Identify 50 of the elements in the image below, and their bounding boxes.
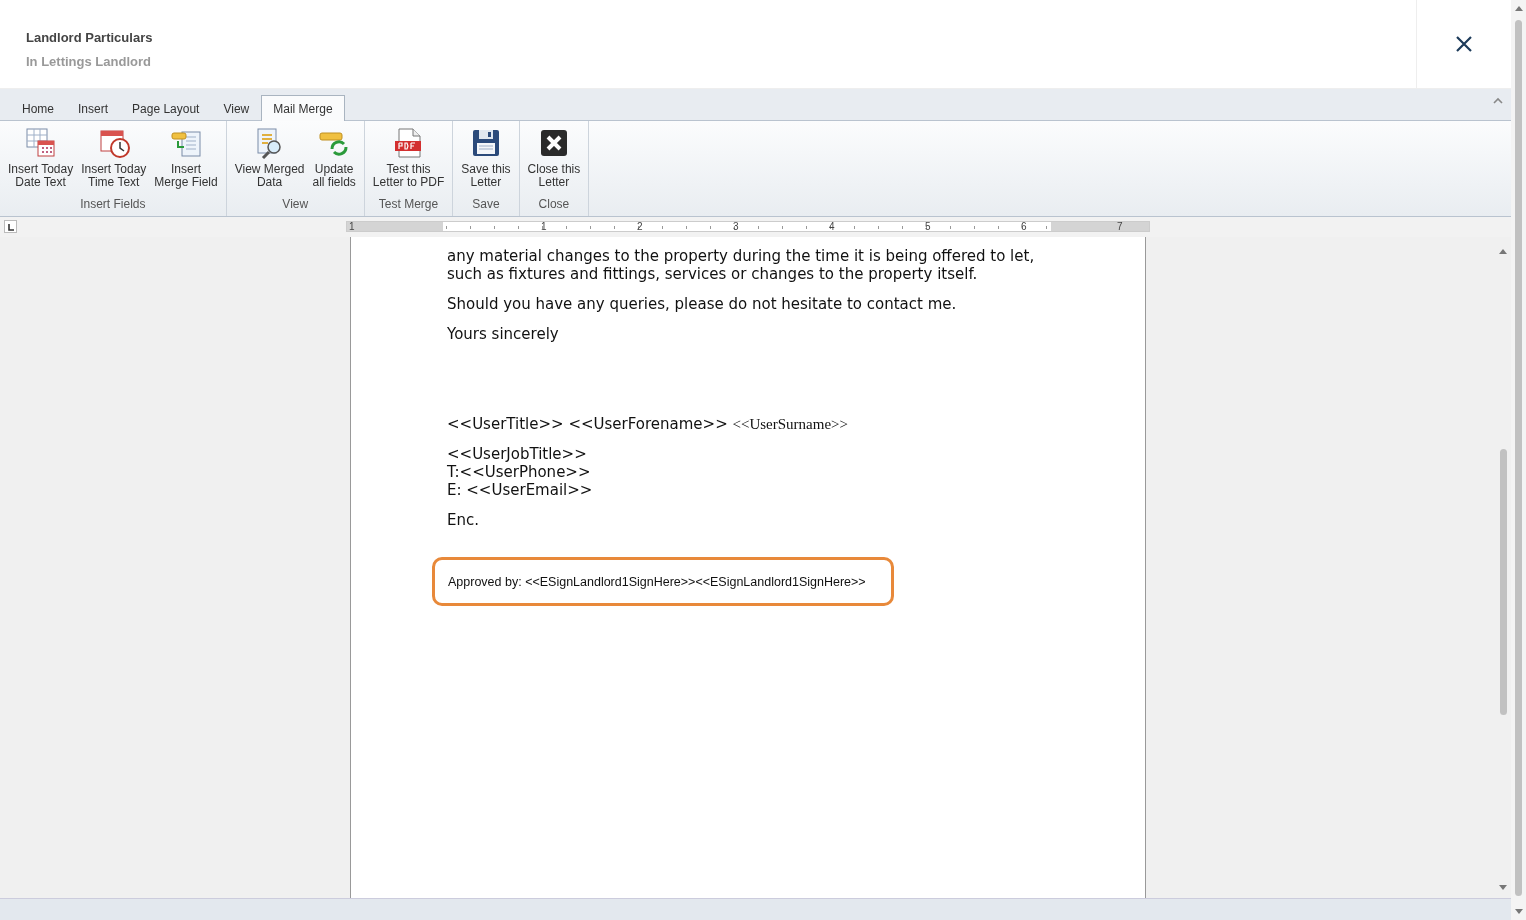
ruler-number: 1: [348, 222, 356, 231]
dialog-title: Landlord Particulars: [26, 29, 154, 47]
dialog-subtitle: In Lettings Landlord: [26, 52, 152, 71]
ribbon-button[interactable]: Insert Merge Field: [150, 125, 222, 195]
ruler-number: 1: [540, 222, 548, 231]
scroll-down-icon[interactable]: [1498, 884, 1508, 892]
scroll-down-icon[interactable]: [1514, 908, 1524, 916]
calendar-icon: [24, 127, 57, 159]
ruler[interactable]: 1 1 2 3 4 5 6 7: [346, 221, 1150, 232]
close-icon: [1455, 35, 1473, 53]
ruler-number: 4: [828, 222, 836, 231]
ribbon-tab[interactable]: Insert: [66, 95, 121, 121]
paragraph: any material changes to the property during the time it is being offered to let, such as fixtures and fittings, services or changes to the property itself.: [447, 247, 1036, 283]
group-label: Close: [537, 196, 571, 213]
ribbon-button[interactable]: Insert Today Time Text: [77, 125, 151, 195]
ruler-number: 3: [732, 222, 740, 231]
contact-line: <<UserJobTitle>>: [447, 445, 588, 463]
page-scrollbar[interactable]: [1511, 0, 1526, 920]
contact-line: E: <<UserEmail>>: [447, 481, 594, 499]
group-label: Save: [471, 196, 501, 213]
paragraph: Yours sincerely: [447, 325, 560, 343]
ruler-number: 5: [924, 222, 932, 231]
collapse-icon[interactable]: [1493, 97, 1503, 104]
ribbon-button[interactable]: View Merged Data: [230, 125, 309, 195]
ruler-number: 2: [636, 222, 644, 231]
scroll-up-icon[interactable]: [1514, 4, 1524, 12]
enclosure-text: Enc.: [447, 511, 480, 529]
ribbon-button[interactable]: Save this Letter: [457, 125, 515, 195]
ribbon-tab[interactable]: Page Layout: [120, 95, 212, 121]
ruler-number: 6: [1020, 222, 1028, 231]
ribbon-button[interactable]: Insert Today Date Text: [4, 125, 78, 195]
scroll-thumb[interactable]: [1515, 20, 1522, 896]
approval-text: Approved by: <<ESignLandlord1SignHere>><<ESignLandlord1SignHere>>: [448, 575, 866, 589]
signature-name: <<UserTitle>> <<UserForename>> <<UserSurname>>: [447, 415, 849, 433]
group-label: Test Merge: [377, 196, 440, 213]
ribbon-tab[interactable]: View: [211, 95, 262, 121]
group-label: View: [281, 196, 310, 213]
paragraph: Should you have any queries, please do not hesitate to contact me.: [447, 295, 958, 313]
ribbon-button[interactable]: Close this Letter: [523, 125, 585, 195]
ribbon-tab[interactable]: Home: [10, 95, 66, 121]
ribbon-button[interactable]: Test this Letter to PDF: [368, 125, 449, 195]
calendar-clock-icon: [97, 127, 130, 159]
scroll-up-icon[interactable]: [1498, 247, 1508, 255]
ruler-number: 7: [1116, 222, 1124, 231]
tab-stop-icon[interactable]: [4, 220, 17, 233]
ribbon-button[interactable]: Update all fields: [308, 125, 360, 195]
scroll-thumb[interactable]: [1500, 449, 1507, 715]
ribbon-tab[interactable]: Mail Merge: [261, 95, 345, 121]
group-label: Insert Fields: [79, 196, 147, 213]
contact-line: T:<<UserPhone>>: [447, 463, 592, 481]
